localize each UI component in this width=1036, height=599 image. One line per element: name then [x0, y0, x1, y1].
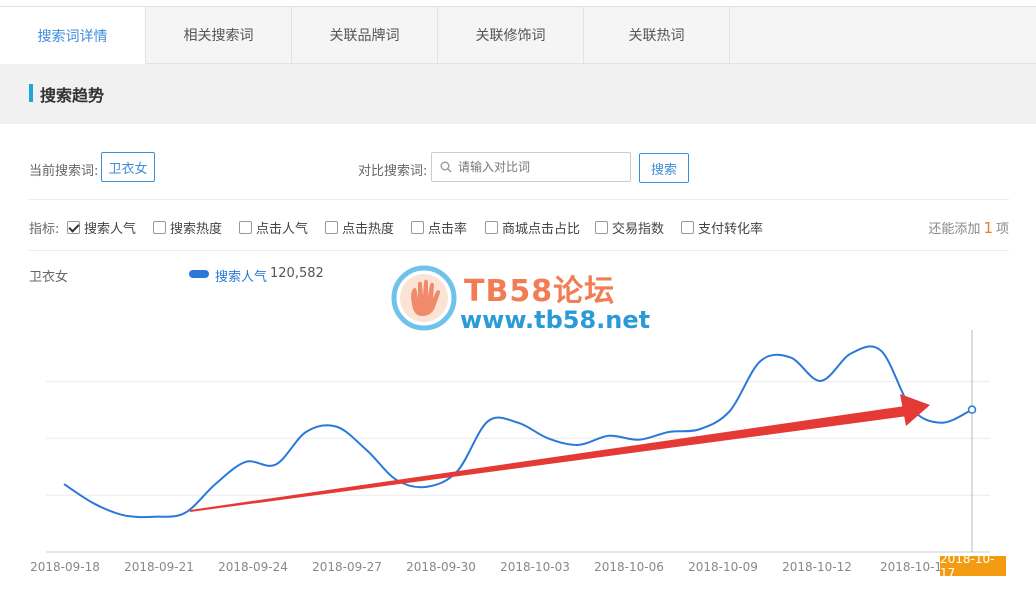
search-icon: [440, 161, 452, 173]
x-tick-label: 2018-10-12: [782, 560, 852, 574]
checkbox-checked-icon[interactable]: [67, 221, 80, 234]
metric-checkbox-search-heat[interactable]: 搜索热度: [153, 218, 222, 237]
x-tick-label: 2018-10-09: [688, 560, 758, 574]
remain-prefix: 还能添加: [928, 222, 981, 237]
series-point-current: [967, 405, 977, 414]
metric-checkbox-click-heat[interactable]: 点击热度: [325, 218, 394, 237]
metric-label: 商城点击占比: [502, 222, 581, 237]
trend-arrow-head: [900, 394, 930, 426]
tab-search-detail[interactable]: 搜索词详情: [0, 7, 146, 65]
x-tick-label: 2018-10-03: [500, 560, 570, 574]
section-header: 搜索趋势: [0, 64, 1036, 124]
checkbox-icon[interactable]: [681, 221, 694, 234]
metrics-label: 指标:: [29, 222, 60, 237]
divider: [29, 250, 1009, 251]
checkbox-icon[interactable]: [325, 221, 338, 234]
x-tick-label: 2018-09-27: [312, 560, 382, 574]
series-points: [967, 405, 977, 414]
legend-swatch[interactable]: [189, 270, 209, 278]
compare-keyword-input[interactable]: [458, 157, 626, 177]
metric-label: 点击人气: [256, 222, 309, 237]
checkbox-icon[interactable]: [239, 221, 252, 234]
tab-related-brand[interactable]: 关联品牌词: [292, 7, 438, 63]
section-accent-bar: [29, 84, 33, 102]
trend-arrow-shaft: [190, 406, 908, 512]
x-axis-highlight-label: 2018-10-17: [940, 552, 1006, 580]
metric-checkbox-click-rate[interactable]: 点击率: [411, 218, 467, 237]
metric-checkbox-mall-click-share[interactable]: 商城点击占比: [485, 218, 580, 237]
metric-label: 点击热度: [342, 222, 395, 237]
current-keyword-tag[interactable]: 卫衣女: [101, 152, 155, 182]
x-tick-label: 2018-09-21: [124, 560, 194, 574]
series-keyword: 卫衣女: [29, 270, 69, 285]
metric-checkbox-pay-conversion[interactable]: 支付转化率: [681, 218, 763, 237]
tab-related-search[interactable]: 相关搜索词: [146, 7, 292, 63]
x-tick-label: 2018-10-06: [594, 560, 664, 574]
metric-label: 搜索热度: [170, 222, 223, 237]
metric-checkbox-trade-index[interactable]: 交易指数: [595, 218, 664, 237]
legend-series-value: 120,582: [270, 266, 324, 281]
compare-keyword-field[interactable]: [431, 152, 631, 182]
checkbox-icon[interactable]: [411, 221, 424, 234]
x-tick-label: 2018-09-18: [30, 560, 100, 574]
series-line-search-popularity[interactable]: [63, 345, 973, 519]
metric-label: 点击率: [428, 222, 468, 237]
checkbox-icon[interactable]: [153, 221, 166, 234]
metric-checkbox-click-popularity[interactable]: 点击人气: [239, 218, 308, 237]
checkbox-icon[interactable]: [595, 221, 608, 234]
current-keyword-label: 当前搜索词:: [29, 164, 99, 179]
x-tick-label: 2018-10-1: [880, 560, 942, 574]
legend-series-name[interactable]: 搜索人气: [215, 266, 267, 285]
checkbox-icon[interactable]: [485, 221, 498, 234]
tab-related-hot[interactable]: 关联热词: [584, 7, 730, 63]
watermark-title: TB58论坛: [464, 274, 616, 309]
tab-related-modifier[interactable]: 关联修饰词: [438, 7, 584, 63]
remain-suffix: 项: [995, 222, 1009, 237]
compare-keyword-label: 对比搜索词:: [358, 164, 428, 179]
metric-label: 搜索人气: [84, 222, 137, 237]
trend-arrow-annotation: [190, 394, 930, 512]
metric-label: 支付转化率: [698, 222, 764, 237]
tab-bar: 搜索词详情 相关搜索词 关联品牌词 关联修饰词 关联热词: [0, 6, 1036, 65]
metric-checkbox-search-popularity[interactable]: 搜索人气: [67, 218, 136, 237]
metric-label: 交易指数: [612, 222, 665, 237]
metrics-row: 指标: 搜索人气 搜索热度 点击人气 点击热度 点击率 商城点击占比 交易指数 …: [29, 216, 1009, 237]
query-row: 当前搜索词: 卫衣女 对比搜索词: 搜索: [29, 152, 1009, 184]
x-tick-label: 2018-09-24: [218, 560, 288, 574]
x-tick-label: 2018-09-30: [406, 560, 476, 574]
trend-chart[interactable]: 2018-09-18 2018-09-21 2018-09-24 2018-09-27…: [0, 320, 1036, 599]
search-button[interactable]: 搜索: [639, 153, 689, 183]
section-title: 搜索趋势: [40, 86, 105, 105]
x-axis-labels: 2018-09-18 2018-09-21 2018-09-24 2018-09-27…: [30, 560, 942, 574]
remain-count-text: 还能添加 1 项: [928, 218, 1009, 237]
divider: [29, 199, 1009, 200]
remain-count: 1: [983, 219, 993, 237]
